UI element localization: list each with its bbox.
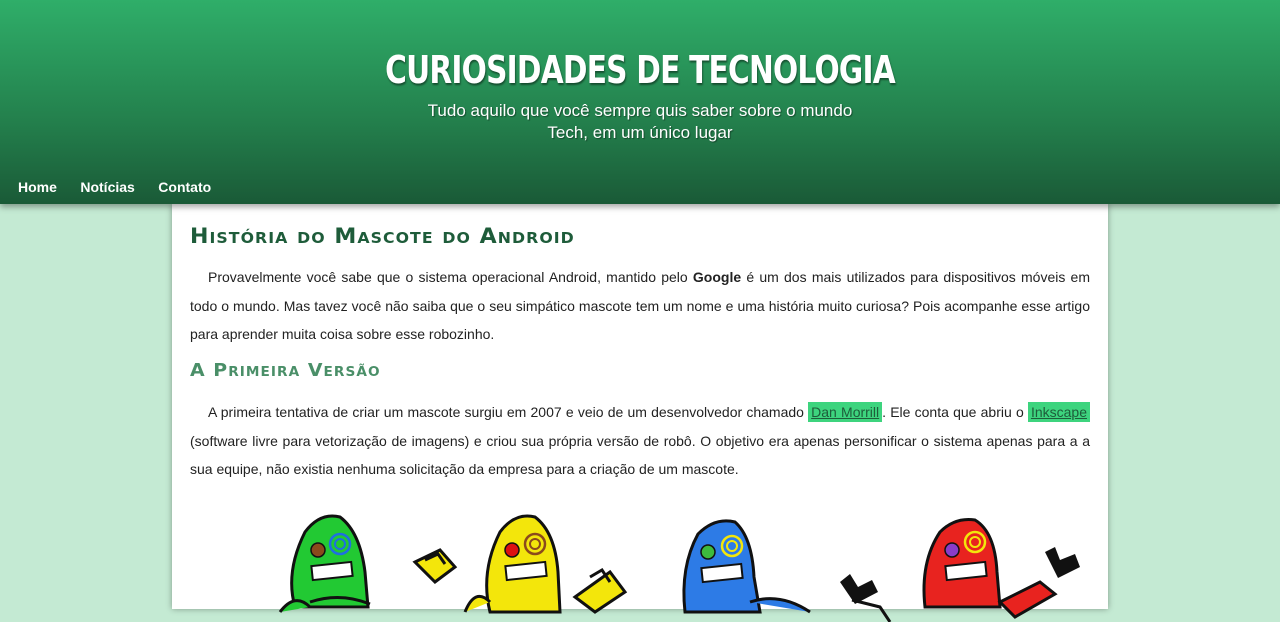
article-title: História do Mascote do Android — [190, 224, 575, 248]
nav-noticias[interactable]: Notícias — [80, 179, 134, 195]
link-inkscape[interactable]: Inkscape — [1027, 402, 1090, 422]
p2-text-2: . Ele conta que abriu o — [882, 404, 1028, 420]
yellow-robot-icon — [412, 514, 628, 614]
tagline-line-2: Tech, em um único lugar — [547, 123, 733, 142]
link-dan-morrill[interactable]: Dan Morrill — [808, 402, 883, 422]
p2-text-1: A primeira tentativa de criar um mascote… — [208, 404, 809, 420]
site-title: CURIOSIDADES DE TECNOLOGIA — [385, 48, 896, 92]
red-robot-icon — [922, 518, 1080, 619]
site-tagline: Tudo aquilo que você sempre quis saber s… — [0, 100, 1280, 144]
blue-robot-icon — [682, 519, 892, 622]
robot-mascots-illustration — [278, 514, 1080, 622]
nav-contato[interactable]: Contato — [158, 179, 211, 195]
intro-google-bold: Google — [692, 269, 742, 285]
intro-paragraph: Provavelmente você sabe que o sistema op… — [190, 263, 1090, 349]
first-version-paragraph: A primeira tentativa de criar um mascote… — [190, 398, 1090, 484]
section-title: A Primeira Versão — [190, 360, 381, 381]
p2-text-3: (software livre para vetorização de imag… — [190, 432, 1090, 478]
main-nav: Home Notícias Contato — [18, 179, 230, 197]
tagline-line-1: Tudo aquilo que você sempre quis saber s… — [427, 101, 853, 120]
nav-home[interactable]: Home — [18, 179, 57, 195]
intro-text-before: Provavelmente você sabe que o sistema op… — [208, 269, 693, 285]
article-container: História do Mascote do Android Provavelm… — [172, 204, 1108, 622]
green-robot-icon — [278, 514, 371, 613]
site-header: CURIOSIDADES DE TECNOLOGIA Tudo aquilo q… — [0, 0, 1280, 204]
